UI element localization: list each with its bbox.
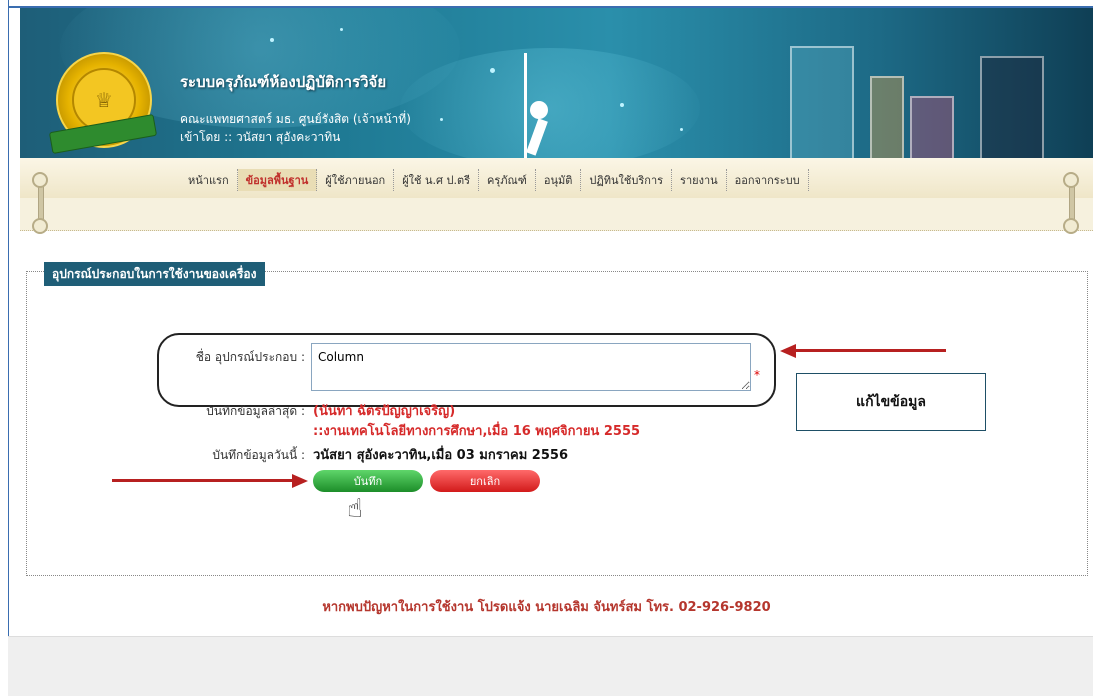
today-saved-value: วนัสยา สุอังคะวาทิน,เมื่อ 03 มกราคม 2556 xyxy=(313,448,568,463)
runner-graphic xyxy=(520,53,560,158)
annotation-arrow-head xyxy=(780,344,796,358)
nav-item-0[interactable]: หน้าแรก xyxy=(180,169,238,191)
footer-contact: หากพบปัญหาในการใช้งาน โปรดแจ้ง นายเฉลิม … xyxy=(322,600,771,615)
banner-sparkle xyxy=(680,128,683,131)
nav-items: หน้าแรก ข้อมูลพื้นฐาน ผู้ใช้ภายนอก ผู้ใช้ น… xyxy=(180,169,809,191)
binder-ring-right xyxy=(1063,172,1079,188)
nav-sub-strip xyxy=(20,198,1093,231)
nav-item-1[interactable]: ข้อมูลพื้นฐาน xyxy=(237,169,318,191)
annotation-arrow xyxy=(112,479,292,482)
section-title: อุปกรณ์ประกอบในการใช้งานของเครื่อง xyxy=(44,262,265,286)
nav-item-2[interactable]: ผู้ใช้ภายนอก xyxy=(317,169,395,191)
last-saved-user: (นันทา ฉัตรปัญญาเจริญ) xyxy=(313,404,456,419)
nav-item-5[interactable]: อนุมัติ xyxy=(536,169,582,191)
login-user-label: เข้าโดย :: วนัสยา สุอังคะวาทิน xyxy=(180,130,341,144)
save-button[interactable]: บันทึก xyxy=(313,470,423,492)
faculty-label: คณะแพทยศาสตร์ มธ. ศูนย์รังสิต (เจ้าหน้าท… xyxy=(180,112,411,126)
lab-hand-graphic xyxy=(980,56,1044,158)
lab-beaker-graphic xyxy=(910,96,954,158)
last-saved-detail: ::งานเทคโนโลยีทางการศึกษา,เมื่อ 16 พฤศจิ… xyxy=(313,424,641,439)
equipment-name-field[interactable] xyxy=(311,343,751,391)
page-bottom-area xyxy=(8,636,1093,696)
banner-sparkle xyxy=(440,118,443,121)
binder-ring-left xyxy=(32,218,48,234)
nav-item-3[interactable]: ผู้ใช้ น.ศ ป.ตรี xyxy=(394,169,480,191)
binder-ring-left xyxy=(32,172,48,188)
lab-tube-graphic xyxy=(870,76,904,158)
nav-item-7[interactable]: รายงาน xyxy=(672,169,727,191)
lab-flask-graphic xyxy=(790,46,854,158)
nav-item-6[interactable]: ปฏิทินใช้บริการ xyxy=(581,169,673,191)
edit-data-callout: แก้ไขข้อมูล xyxy=(796,373,986,431)
last-saved-label: บันทึกข้อมูลล่าสุด : xyxy=(206,404,305,418)
name-label: ชื่อ อุปกรณ์ประกอบ : xyxy=(195,350,305,364)
banner-sparkle xyxy=(270,38,274,42)
today-saved-label: บันทึกข้อมูลวันนี้ : xyxy=(212,448,305,462)
banner-sparkle xyxy=(340,28,343,31)
hand-pointer-icon: ☝ xyxy=(347,494,363,524)
binder-ring-right xyxy=(1063,218,1079,234)
banner-sparkle xyxy=(490,68,495,73)
nav-item-8[interactable]: ออกจากระบบ xyxy=(727,169,809,191)
annotation-arrow-head xyxy=(292,474,308,488)
banner-sparkle xyxy=(620,103,624,107)
main-nav: หน้าแรก ข้อมูลพื้นฐาน ผู้ใช้ภายนอก ผู้ใช้ น… xyxy=(20,158,1093,199)
window-top-border xyxy=(8,0,1093,8)
cancel-button[interactable]: ยกเลิก xyxy=(430,470,540,492)
required-mark: * xyxy=(754,368,760,382)
annotation-arrow xyxy=(796,349,946,352)
system-title: ระบบครุภัณฑ์ห้องปฏิบัติการวิจัย xyxy=(180,73,387,91)
window-left-border xyxy=(0,0,9,695)
nav-item-4[interactable]: ครุภัณฑ์ xyxy=(479,169,536,191)
